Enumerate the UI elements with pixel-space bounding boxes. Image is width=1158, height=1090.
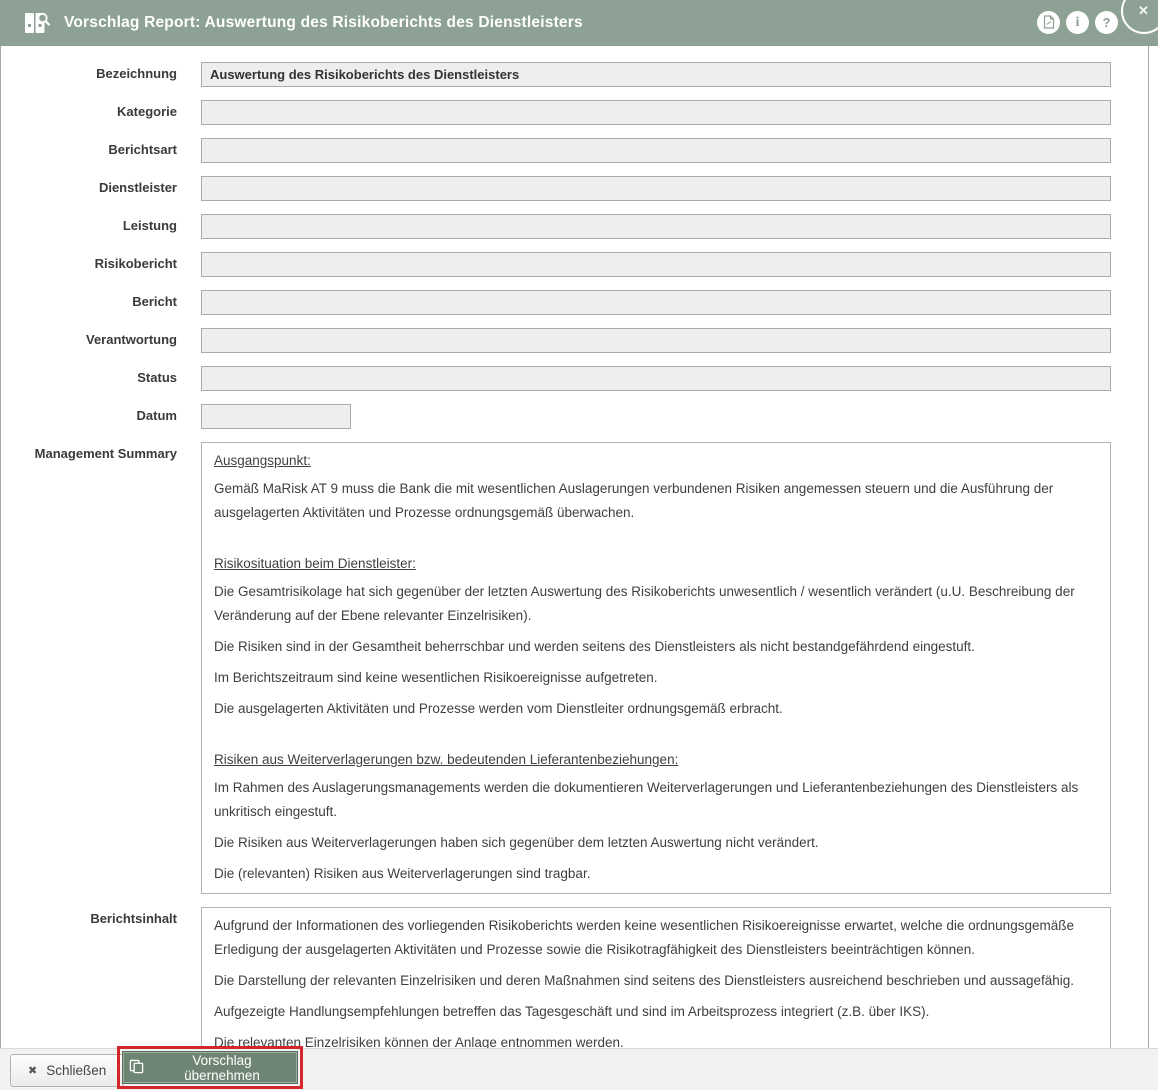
management-summary-text: Die Risiken sind in der Gesamtheit beher… bbox=[214, 635, 1098, 659]
x-mark-icon: ✖ bbox=[28, 1064, 37, 1077]
management-summary-heading: Risiken aus Weiterverlagerungen bzw. bed… bbox=[214, 748, 1098, 772]
management-summary-text: Gemäß MaRisk AT 9 muss die Bank die mit … bbox=[214, 477, 1098, 525]
bericht-input[interactable] bbox=[201, 290, 1111, 315]
management-summary-textarea[interactable]: Ausgangspunkt: Gemäß MaRisk AT 9 muss die… bbox=[201, 442, 1111, 894]
management-summary-text: Die ausgelagerten Aktivitäten und Prozes… bbox=[214, 697, 1098, 721]
dialog-title: Vorschlag Report: Auswertung des Risikob… bbox=[64, 14, 583, 32]
datum-label: Datum bbox=[1, 404, 201, 429]
management-summary-text: Im Berichtszeitraum sind keine wesentlic… bbox=[214, 666, 1098, 690]
form-row-dienstleister: Dienstleister bbox=[1, 176, 1148, 201]
pdf-icon bbox=[1043, 15, 1055, 31]
kategorie-label: Kategorie bbox=[1, 100, 201, 125]
status-label: Status bbox=[1, 366, 201, 391]
help-icon: ? bbox=[1103, 16, 1111, 29]
bericht-label: Bericht bbox=[1, 290, 201, 315]
dialog-body: Bezeichnung Kategorie Berichtsart Dienst… bbox=[0, 46, 1149, 1048]
schliessen-button[interactable]: ✖ Schließen bbox=[10, 1054, 124, 1087]
form-row-risikobericht: Risikobericht bbox=[1, 252, 1148, 277]
bezeichnung-input[interactable] bbox=[201, 62, 1111, 87]
form-row-management-summary: Management Summary Ausgangspunkt: Gemäß M… bbox=[1, 442, 1148, 894]
schliessen-button-label: Schließen bbox=[46, 1063, 106, 1078]
paste-icon bbox=[129, 1059, 144, 1077]
leistung-input[interactable] bbox=[201, 214, 1111, 239]
form-row-verantwortung: Verantwortung bbox=[1, 328, 1148, 353]
vorschlag-uebernehmen-label: Vorschlag übernehmen bbox=[153, 1053, 291, 1083]
dialog-footer: ✖ Schließen Vorschlag übernehmen bbox=[0, 1048, 1158, 1090]
leistung-label: Leistung bbox=[1, 214, 201, 239]
risikobericht-label: Risikobericht bbox=[1, 252, 201, 277]
form-row-datum: Datum bbox=[1, 404, 1148, 429]
form-row-berichtsart: Berichtsart bbox=[1, 138, 1148, 163]
management-summary-text: Die Gesamtrisikolage hat sich gegenüber … bbox=[214, 580, 1098, 628]
management-summary-label: Management Summary bbox=[1, 442, 201, 894]
berichtsinhalt-textarea[interactable]: Aufgrund der Informationen des vorliegen… bbox=[201, 907, 1111, 1053]
verantwortung-label: Verantwortung bbox=[1, 328, 201, 353]
info-button[interactable]: i bbox=[1066, 11, 1089, 34]
pdf-export-button[interactable] bbox=[1037, 11, 1060, 34]
help-button[interactable]: ? bbox=[1095, 11, 1118, 34]
kategorie-input[interactable] bbox=[201, 100, 1111, 125]
risikobericht-input[interactable] bbox=[201, 252, 1111, 277]
highlight-annotation-box: Vorschlag übernehmen bbox=[117, 1046, 303, 1089]
status-input[interactable] bbox=[201, 366, 1111, 391]
form-row-bericht: Bericht bbox=[1, 290, 1148, 315]
vorschlag-uebernehmen-button[interactable]: Vorschlag übernehmen bbox=[122, 1051, 298, 1084]
datum-input[interactable] bbox=[201, 404, 351, 429]
berichtsinhalt-text: Die Darstellung der relevanten Einzelris… bbox=[214, 969, 1098, 993]
dienstleister-input[interactable] bbox=[201, 176, 1111, 201]
dialog-header: Vorschlag Report: Auswertung des Risikob… bbox=[0, 0, 1158, 46]
dienstleister-label: Dienstleister bbox=[1, 176, 201, 201]
management-summary-heading: Risikosituation beim Dienstleister: bbox=[214, 552, 1098, 576]
form-row-berichtsinhalt: Berichtsinhalt Aufgrund der Informatione… bbox=[1, 907, 1148, 1053]
management-summary-heading: Ausgangspunkt: bbox=[214, 449, 1098, 473]
management-summary-blank bbox=[214, 532, 1098, 552]
berichtsart-input[interactable] bbox=[201, 138, 1111, 163]
form-row-bezeichnung: Bezeichnung bbox=[1, 62, 1148, 87]
berichtsinhalt-label: Berichtsinhalt bbox=[1, 907, 201, 1053]
management-summary-blank bbox=[214, 728, 1098, 748]
berichtsart-label: Berichtsart bbox=[1, 138, 201, 163]
verantwortung-input[interactable] bbox=[201, 328, 1111, 353]
management-summary-text: Die Risiken aus Weiterverlagerungen habe… bbox=[214, 831, 1098, 855]
header-buttons: i ? bbox=[1037, 11, 1118, 34]
form-row-status: Status bbox=[1, 366, 1148, 391]
close-button[interactable]: ✕ bbox=[1121, 0, 1158, 34]
berichtsinhalt-text: Aufgezeigte Handlungsempfehlungen betref… bbox=[214, 1000, 1098, 1024]
management-summary-text: Im Rahmen des Auslagerungsmanagements we… bbox=[214, 776, 1098, 824]
management-summary-text: Die (relevanten) Risiken aus Weiterverla… bbox=[214, 862, 1098, 886]
form-row-leistung: Leistung bbox=[1, 214, 1148, 239]
report-search-icon bbox=[24, 11, 50, 35]
berichtsinhalt-text: Aufgrund der Informationen des vorliegen… bbox=[214, 914, 1098, 962]
close-icon: ✕ bbox=[1123, 0, 1158, 31]
info-icon: i bbox=[1076, 16, 1080, 30]
bezeichnung-label: Bezeichnung bbox=[1, 62, 201, 87]
form-row-kategorie: Kategorie bbox=[1, 100, 1148, 125]
